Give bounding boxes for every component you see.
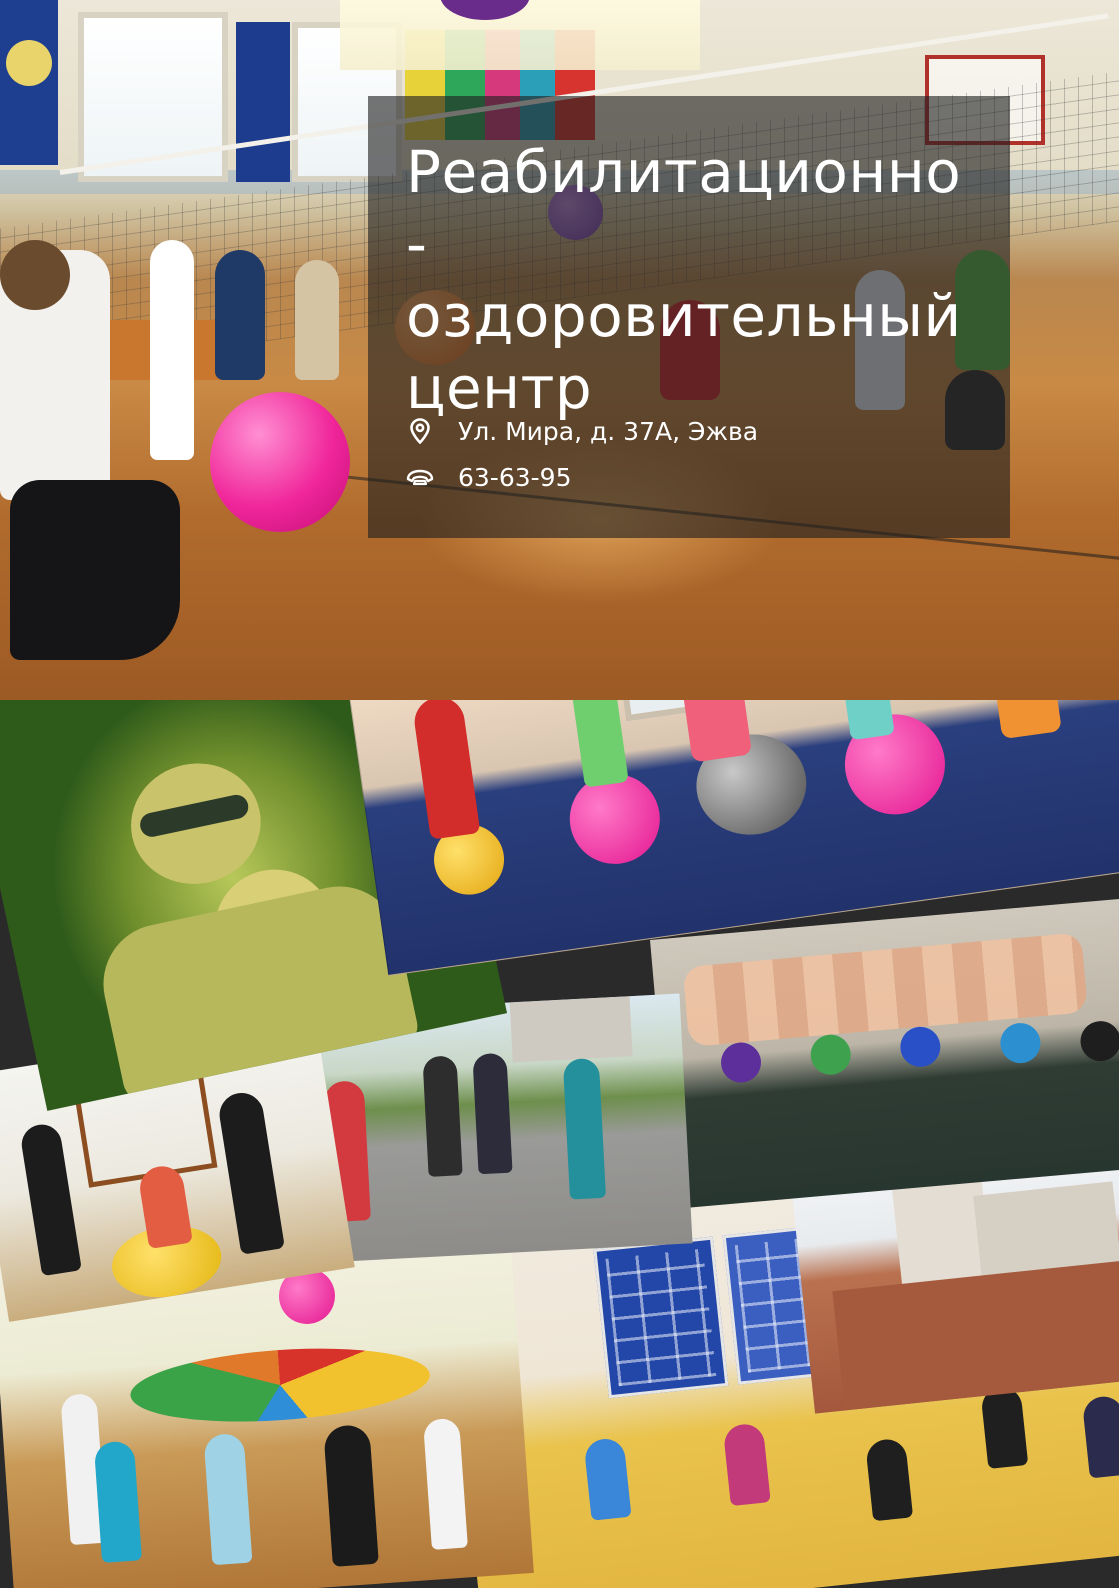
baby-pool-photo [650, 896, 1119, 1209]
phone-icon [406, 463, 434, 491]
info-stand [593, 1236, 729, 1399]
info-card: Реабилитационно - оздоровительный центр … [368, 96, 1010, 538]
phone-text[interactable]: 63-63-95 [458, 463, 571, 492]
banner-emblem [0, 0, 58, 165]
location-pin-icon [406, 417, 434, 445]
center-title: Реабилитационно - оздоровительный центр [406, 138, 962, 422]
address-text: Ул. Мира, д. 37А, Эжва [458, 416, 759, 446]
address-row: Ул. Мира, д. 37А, Эжва [406, 408, 758, 454]
pink-ball [210, 392, 350, 532]
photo-collage: Реабилитационно - оздоровительный центр … [0, 0, 1119, 1588]
phone-row: 63-63-95 [406, 454, 758, 500]
